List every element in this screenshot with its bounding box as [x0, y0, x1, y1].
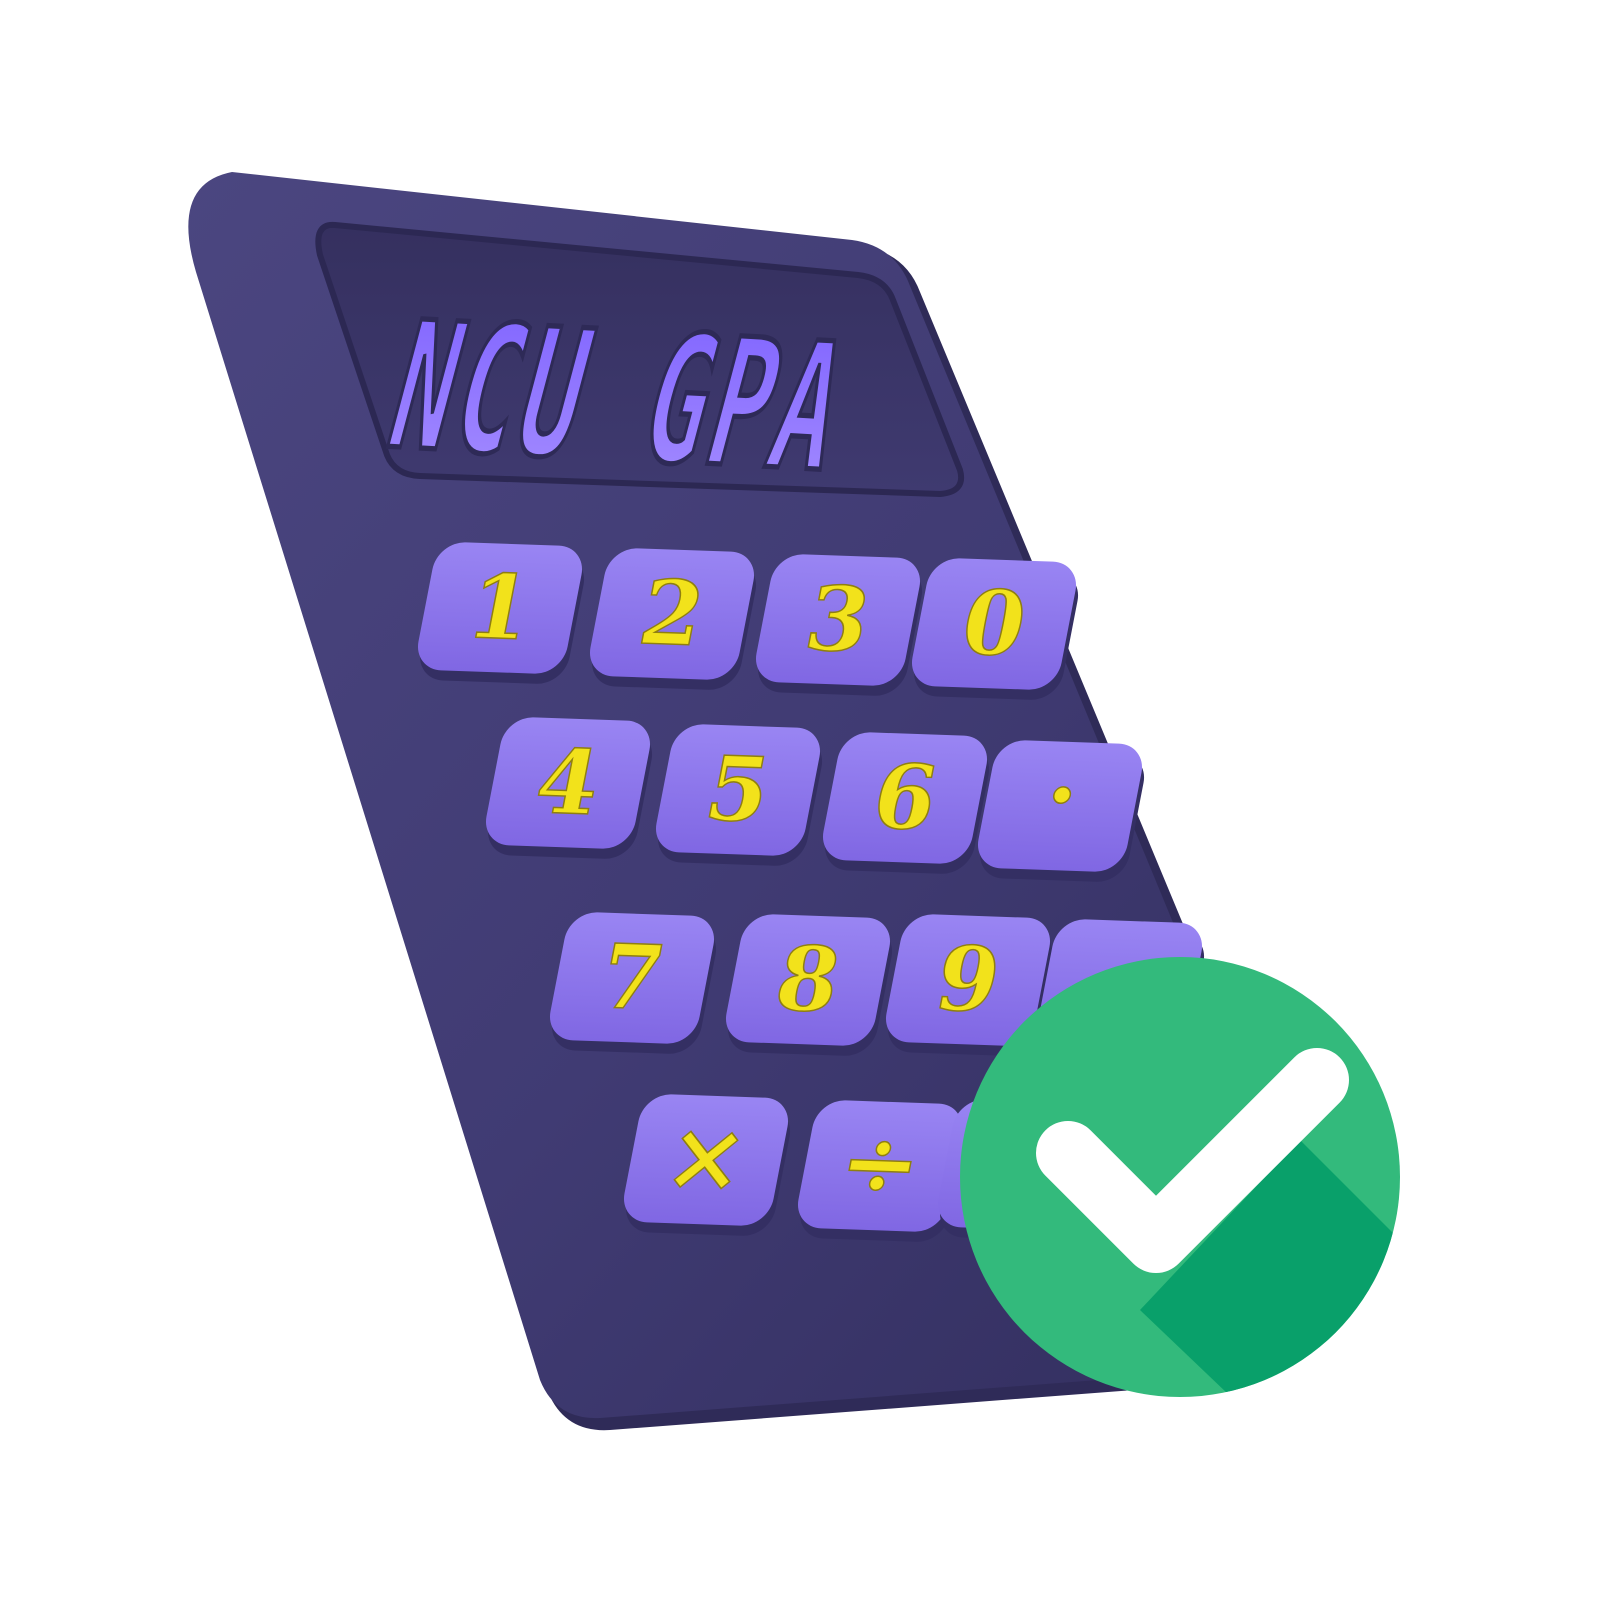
- app-icon: NCU GPA 1 2 3 0 4 5 6. 7 8 9 × ÷: [0, 0, 1600, 1600]
- key-1-2[interactable]: 6: [816, 731, 996, 874]
- key-0-3[interactable]: 0: [905, 557, 1085, 700]
- calculator-illustration: NCU GPA 1 2 3 04 5 6.7 8 9× ÷: [188, 172, 1400, 1431]
- key-0-2[interactable]: 3: [749, 553, 929, 696]
- key-0-1[interactable]: 2: [583, 547, 763, 690]
- checkmark-badge: [960, 957, 1400, 1397]
- key-1-0[interactable]: 4: [479, 716, 659, 859]
- key-2-1[interactable]: 8: [719, 913, 899, 1056]
- app-title: NCU GPA: [371, 285, 869, 511]
- key-3-0[interactable]: ×: [617, 1093, 797, 1236]
- key-0-0[interactable]: 1: [411, 541, 591, 684]
- key-1-1[interactable]: 5: [649, 723, 829, 866]
- key-2-0[interactable]: 7: [543, 911, 723, 1054]
